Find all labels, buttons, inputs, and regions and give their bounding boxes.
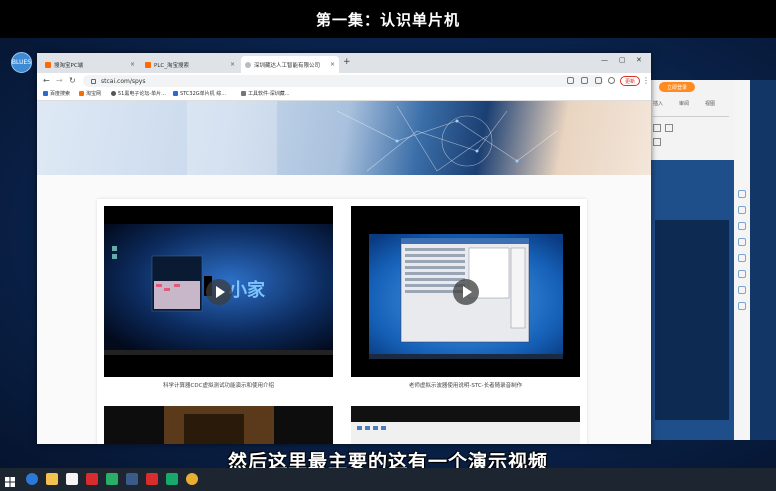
browser-window: 搜淘宝PC端 × PLC_淘宝搜索 × 深圳藏达人工智能有限公司 × + — ▢…: [37, 53, 651, 444]
play-icon[interactable]: [205, 278, 232, 305]
bookmark-item[interactable]: 工具软件-深圳藏...: [241, 90, 290, 97]
sidebar-tool-icon[interactable]: [738, 238, 746, 246]
bookmark-item[interactable]: 百度搜索: [43, 90, 70, 97]
video-title-bar: 第一集：认识单片机: [0, 0, 776, 38]
tools-icon: [241, 91, 246, 96]
tab-taobao-pc[interactable]: 搜淘宝PC端 ×: [41, 56, 139, 73]
address-bar[interactable]: stcai.com/spys: [83, 75, 603, 87]
bookmark-label: 淘宝网: [86, 91, 102, 97]
taobao-icon: [79, 91, 84, 96]
video-thumbnail-graphic: [104, 406, 333, 444]
page-viewport: 小家 科学计算器CDC虚拟测试功能演示和使用介绍 老师虚拟示波器使用说明-STC…: [37, 101, 651, 444]
video-caption[interactable]: 科学计算器CDC虚拟测试功能演示和使用介绍: [104, 381, 333, 389]
sidebar-tool-icon[interactable]: [738, 190, 746, 198]
bookmark-label: 51黑电子论坛-单片...: [118, 91, 166, 97]
bookmark-label: 工具软件-深圳藏...: [248, 91, 290, 97]
video-thumbnail[interactable]: [351, 206, 580, 377]
banner-network-graphic: [187, 101, 558, 175]
app-icon[interactable]: [126, 473, 138, 485]
wps-icon[interactable]: [86, 473, 98, 485]
baidu-icon: [43, 91, 48, 96]
doc-tool-icon[interactable]: [665, 124, 673, 132]
chrome-icon[interactable]: [186, 473, 198, 485]
doc-tool-icon[interactable]: [653, 124, 661, 132]
taskbar: [0, 468, 776, 491]
forum-icon: [111, 91, 116, 96]
video-thumbnail-partial[interactable]: [351, 406, 580, 444]
store-icon[interactable]: [66, 473, 78, 485]
doc-scroll-area: [750, 80, 776, 440]
video-list-panel: 小家 科学计算器CDC虚拟测试功能演示和使用介绍 老师虚拟示波器使用说明-STC…: [97, 199, 587, 444]
doc-toolbar: 立即登录 插入 审阅 视图: [649, 80, 735, 160]
hero-banner: [37, 101, 651, 175]
start-windows-icon[interactable]: [4, 473, 16, 487]
location-icon[interactable]: [738, 286, 746, 294]
video-caption[interactable]: 老师虚拟示波器使用说明-STC-长者随录音制作: [351, 381, 580, 389]
doc-tool-icon[interactable]: [653, 138, 661, 146]
close-tab-icon[interactable]: ×: [130, 61, 135, 68]
sidebar-tool-icon[interactable]: [738, 302, 746, 310]
close-tab-icon[interactable]: ×: [330, 61, 335, 68]
doc-sidebar: [734, 80, 750, 440]
play-icon[interactable]: [452, 278, 479, 305]
help-icon[interactable]: [738, 254, 746, 262]
forward-icon[interactable]: →: [56, 76, 63, 85]
video-title: 第一集：认识单片机: [315, 10, 460, 29]
doc-page: [655, 220, 729, 420]
file-explorer-icon[interactable]: [46, 473, 58, 485]
stc-icon: [173, 91, 178, 96]
close-window-icon[interactable]: ✕: [636, 56, 642, 64]
profile-icon[interactable]: [608, 77, 615, 84]
bookmark-label: 百度搜索: [50, 91, 71, 97]
doc-window[interactable]: 立即登录 插入 审阅 视图: [648, 80, 735, 440]
video-thumbnail-partial[interactable]: [104, 406, 333, 444]
share-icon[interactable]: [567, 77, 574, 84]
tab-label: 搜淘宝PC端: [54, 62, 84, 69]
url-text: stcai.com/spys: [101, 77, 146, 85]
bookmark-item[interactable]: 51黑电子论坛-单片...: [111, 90, 166, 97]
video-thumbnail-graphic: [351, 406, 580, 444]
reload-icon[interactable]: ↻: [69, 76, 76, 85]
page-favicon-icon: [245, 61, 251, 68]
taobao-favicon-icon: [45, 61, 51, 68]
bookmark-label: STC32G单片机 综...: [180, 91, 227, 97]
minimize-icon[interactable]: —: [601, 56, 608, 64]
doc-toolbar-item[interactable]: 插入: [653, 100, 663, 107]
close-tab-icon[interactable]: ×: [230, 61, 235, 68]
tab-company[interactable]: 深圳藏达人工智能有限公司 ×: [241, 56, 339, 73]
doc-toolbar-item[interactable]: 视图: [705, 100, 715, 107]
lock-icon: [91, 78, 96, 84]
sidebar-icon[interactable]: [595, 77, 602, 84]
tab-label: PLC_淘宝搜索: [154, 62, 189, 69]
back-icon[interactable]: ←: [43, 76, 50, 85]
bookmark-star-icon[interactable]: [581, 77, 588, 84]
thumbnail-watermark: 小家: [229, 279, 266, 301]
update-button[interactable]: 更新: [620, 76, 640, 86]
tab-plc-search[interactable]: PLC_淘宝搜索 ×: [141, 56, 239, 73]
sidebar-tool-icon[interactable]: [738, 270, 746, 278]
new-tab-icon[interactable]: +: [343, 57, 351, 67]
address-row: ← → ↻ stcai.com/spys 更新 ⋮: [37, 73, 651, 89]
wechat-icon[interactable]: [106, 473, 118, 485]
bookmarks-bar: 百度搜索 淘宝网 51黑电子论坛-单片... STC32G单片机 综... 工具…: [37, 89, 651, 101]
sidebar-tool-icon[interactable]: [738, 206, 746, 214]
menu-icon[interactable]: ⋮: [642, 76, 650, 85]
video-thumbnail[interactable]: 小家: [104, 206, 333, 377]
wps-icon[interactable]: [146, 473, 158, 485]
app-icon[interactable]: [166, 473, 178, 485]
tab-label: 深圳藏达人工智能有限公司: [254, 62, 321, 69]
doc-divider: [653, 116, 729, 117]
screen: 第一集：认识单片机 BLUES 立即登录 插入 审阅 视图 搜淘宝PC端 × P…: [0, 0, 776, 491]
tab-strip: 搜淘宝PC端 × PLC_淘宝搜索 × 深圳藏达人工智能有限公司 × + — ▢…: [37, 53, 651, 73]
edge-browser-icon[interactable]: [26, 473, 38, 485]
bookmark-item[interactable]: STC32G单片机 综...: [173, 90, 226, 97]
taobao-favicon-icon: [145, 61, 151, 68]
sidebar-tool-icon[interactable]: [738, 222, 746, 230]
login-button[interactable]: 立即登录: [659, 82, 695, 92]
maximize-icon[interactable]: ▢: [619, 56, 626, 64]
bookmark-item[interactable]: 淘宝网: [79, 90, 101, 97]
doc-toolbar-item[interactable]: 审阅: [679, 100, 689, 107]
